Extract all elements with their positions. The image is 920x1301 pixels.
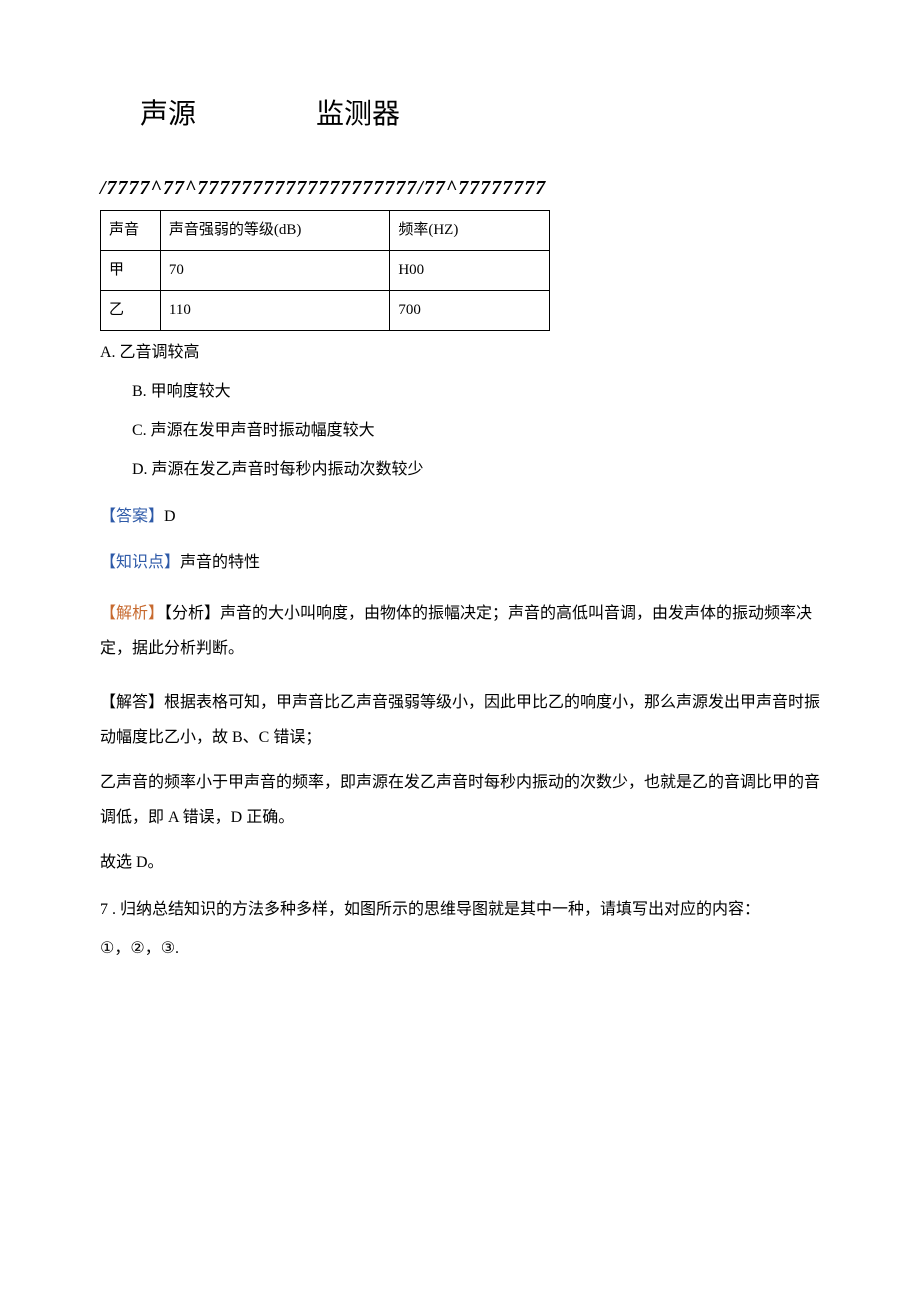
table-row: 乙 110 700: [101, 291, 550, 331]
solution-p3: 故选 D。: [100, 849, 820, 878]
question7-p2: ①，②，③.: [100, 935, 820, 964]
option-a: A. 乙音调较高: [100, 339, 820, 368]
question7-p1: 7 . 归纳总结知识的方法多种多样，如图所示的思维导图就是其中一种，请填写出对应…: [100, 896, 820, 925]
answer-value: D: [164, 508, 176, 525]
table-header-cell: 声音: [101, 211, 161, 251]
table-cell: 乙: [101, 291, 161, 331]
analysis-label: 【解析】: [100, 605, 164, 622]
analysis-block: 【解析】【分析】声音的大小叫响度，由物体的振幅决定；声音的高低叫音调，由发声体的…: [100, 596, 820, 666]
table-cell: 70: [160, 251, 389, 291]
answer-block: 【答案】D: [100, 503, 820, 532]
separator-scribble: /7777^77^77777777777777777777/77^7777777…: [100, 170, 820, 206]
knowledge-label: 【知识点】: [100, 554, 180, 571]
knowledge-value: 声音的特性: [180, 554, 260, 571]
table-cell: H00: [390, 251, 550, 291]
table-cell: 700: [390, 291, 550, 331]
knowledge-block: 【知识点】声音的特性: [100, 549, 820, 578]
table-cell: 110: [160, 291, 389, 331]
fenxi-label: 【分析】: [164, 605, 220, 622]
option-c: C. 声源在发甲声音时振动幅度较大: [132, 417, 820, 446]
label-monitor: 监测器: [316, 90, 400, 140]
option-b: B. 甲响度较大: [132, 378, 820, 407]
table-cell: 甲: [101, 251, 161, 291]
answer-label: 【答案】: [100, 508, 164, 525]
solution-p1: 【解答】根据表格可知，甲声音比乙声音强弱等级小，因此甲比乙的响度小，那么声源发出…: [100, 685, 820, 755]
table-row: 声音 声音强弱的等级(dB) 频率(HZ): [101, 211, 550, 251]
solution-p2: 乙声音的频率小于甲声音的频率，即声源在发乙声音时每秒内振动的次数少，也就是乙的音…: [100, 765, 820, 835]
table-row: 甲 70 H00: [101, 251, 550, 291]
data-table: 声音 声音强弱的等级(dB) 频率(HZ) 甲 70 H00 乙 110 700: [100, 210, 550, 331]
table-header-cell: 声音强弱的等级(dB): [160, 211, 389, 251]
table-header-cell: 频率(HZ): [390, 211, 550, 251]
label-sound-source: 声源: [140, 90, 196, 140]
option-d: D. 声源在发乙声音时每秒内振动次数较少: [132, 456, 820, 485]
